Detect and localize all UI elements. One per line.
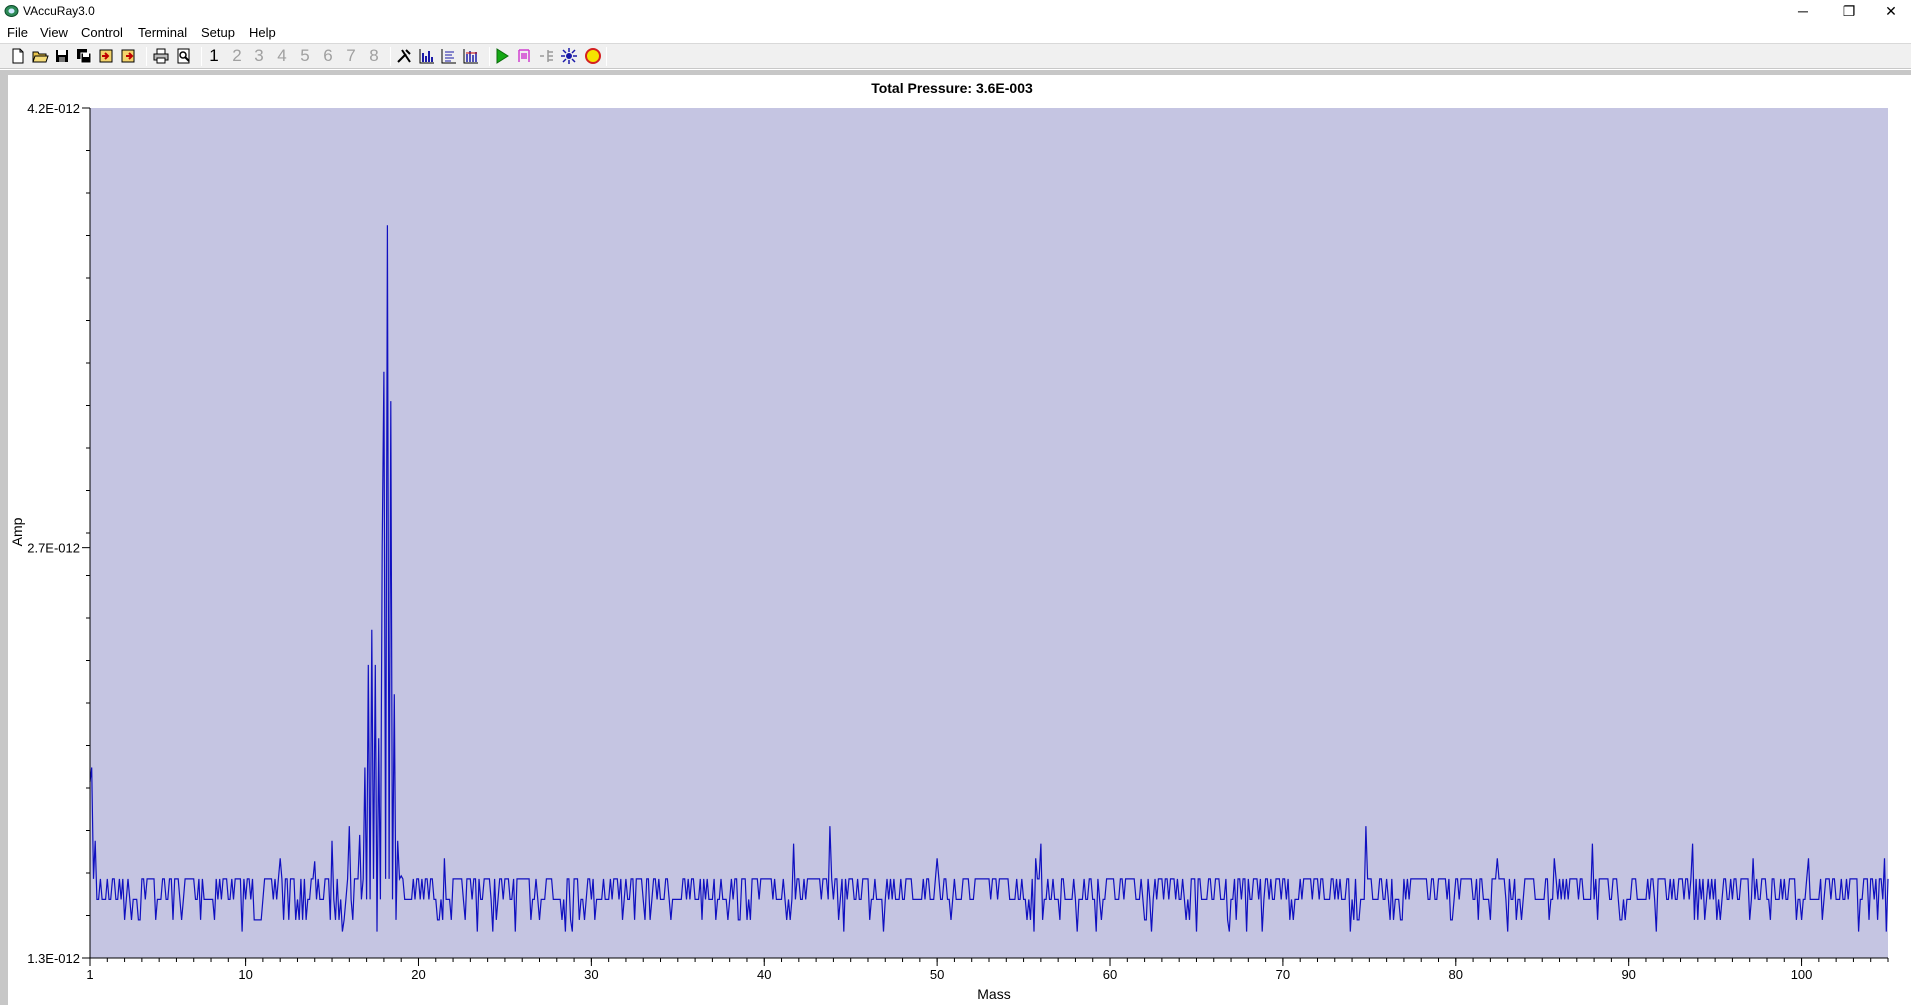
chart-title: Total Pressure: 3.6E-003 — [871, 80, 1033, 96]
list-chart-icon[interactable] — [440, 47, 458, 65]
mass-spectrum-chart: Total Pressure: 3.6E-003 1.3E-012 2.7E-01… — [9, 80, 1889, 1002]
toolbar-separator — [390, 47, 391, 66]
status-indicator-icon[interactable] — [584, 47, 602, 65]
save-icon[interactable] — [53, 47, 71, 65]
print-icon[interactable] — [152, 47, 170, 65]
y-tick-label: 1.3E-012 — [27, 951, 80, 966]
trend-chart-icon[interactable] — [462, 47, 480, 65]
channel-8-button[interactable]: 8 — [365, 46, 383, 66]
x-tick-label: 50 — [930, 967, 944, 982]
x-tick-label: 40 — [757, 967, 771, 982]
x-tick-label: 10 — [238, 967, 252, 982]
toolbar: 1 2 3 4 5 6 7 8 — [0, 43, 1911, 69]
menu-file[interactable]: File — [7, 25, 28, 40]
channel-5-button[interactable]: 5 — [296, 46, 314, 66]
title-bar: VAccuRay3.0 ─ ❐ ✕ — [0, 0, 1911, 22]
plot-background — [90, 108, 1888, 958]
x-axis-label: Mass — [977, 986, 1010, 1002]
app-logo-icon — [4, 5, 19, 17]
channel-7-button[interactable]: 7 — [342, 46, 360, 66]
menu-terminal[interactable]: Terminal — [138, 25, 187, 40]
toolbar-separator — [146, 47, 147, 66]
x-tick-label: 30 — [584, 967, 598, 982]
menu-setup[interactable]: Setup — [201, 25, 235, 40]
channel-1-button[interactable]: 1 — [205, 46, 223, 66]
x-tick-label: 80 — [1449, 967, 1463, 982]
x-tick-label: 60 — [1103, 967, 1117, 982]
export-icon[interactable] — [119, 47, 137, 65]
x-tick-label: 20 — [411, 967, 425, 982]
close-button[interactable]: ✕ — [1868, 0, 1911, 22]
channel-4-button[interactable]: 4 — [273, 46, 291, 66]
settings-sun-icon[interactable] — [560, 47, 578, 65]
toolbar-separator — [201, 47, 202, 66]
toolbar-separator — [606, 47, 607, 66]
print-preview-icon[interactable] — [175, 47, 193, 65]
minimize-button[interactable]: ─ — [1780, 0, 1826, 22]
bar-chart-icon[interactable] — [418, 47, 436, 65]
import-icon[interactable] — [97, 47, 115, 65]
channel-6-button[interactable]: 6 — [319, 46, 337, 66]
tools-icon[interactable] — [395, 47, 413, 65]
restore-button[interactable]: ❐ — [1826, 0, 1872, 22]
y-axis-label: Amp — [9, 517, 25, 546]
open-folder-icon[interactable] — [31, 47, 49, 65]
menu-bar: File View Control Terminal Setup Help — [0, 22, 1911, 42]
window-title: VAccuRay3.0 — [23, 4, 95, 18]
scan-range-icon[interactable] — [537, 47, 555, 65]
menu-view[interactable]: View — [40, 25, 68, 40]
plot-area — [89, 108, 1889, 958]
channel-3-button[interactable]: 3 — [250, 46, 268, 66]
chart-panel: Total Pressure: 3.6E-003 1.3E-012 2.7E-01… — [8, 75, 1911, 1005]
channel-2-button[interactable]: 2 — [228, 46, 246, 66]
x-tick-label: 1 — [86, 967, 93, 982]
mass-marker-icon[interactable] — [515, 47, 533, 65]
menu-help[interactable]: Help — [249, 25, 276, 40]
save-all-icon[interactable] — [75, 47, 93, 65]
x-tick-label: 70 — [1276, 967, 1290, 982]
y-tick-label: 2.7E-012 — [27, 541, 80, 556]
play-icon[interactable] — [493, 47, 511, 65]
y-tick-label: 4.2E-012 — [27, 101, 80, 116]
menu-control[interactable]: Control — [81, 25, 123, 40]
x-tick-label: 100 — [1791, 967, 1813, 982]
new-file-icon[interactable] — [9, 47, 27, 65]
x-tick-label: 90 — [1621, 967, 1635, 982]
toolbar-separator — [489, 47, 490, 66]
